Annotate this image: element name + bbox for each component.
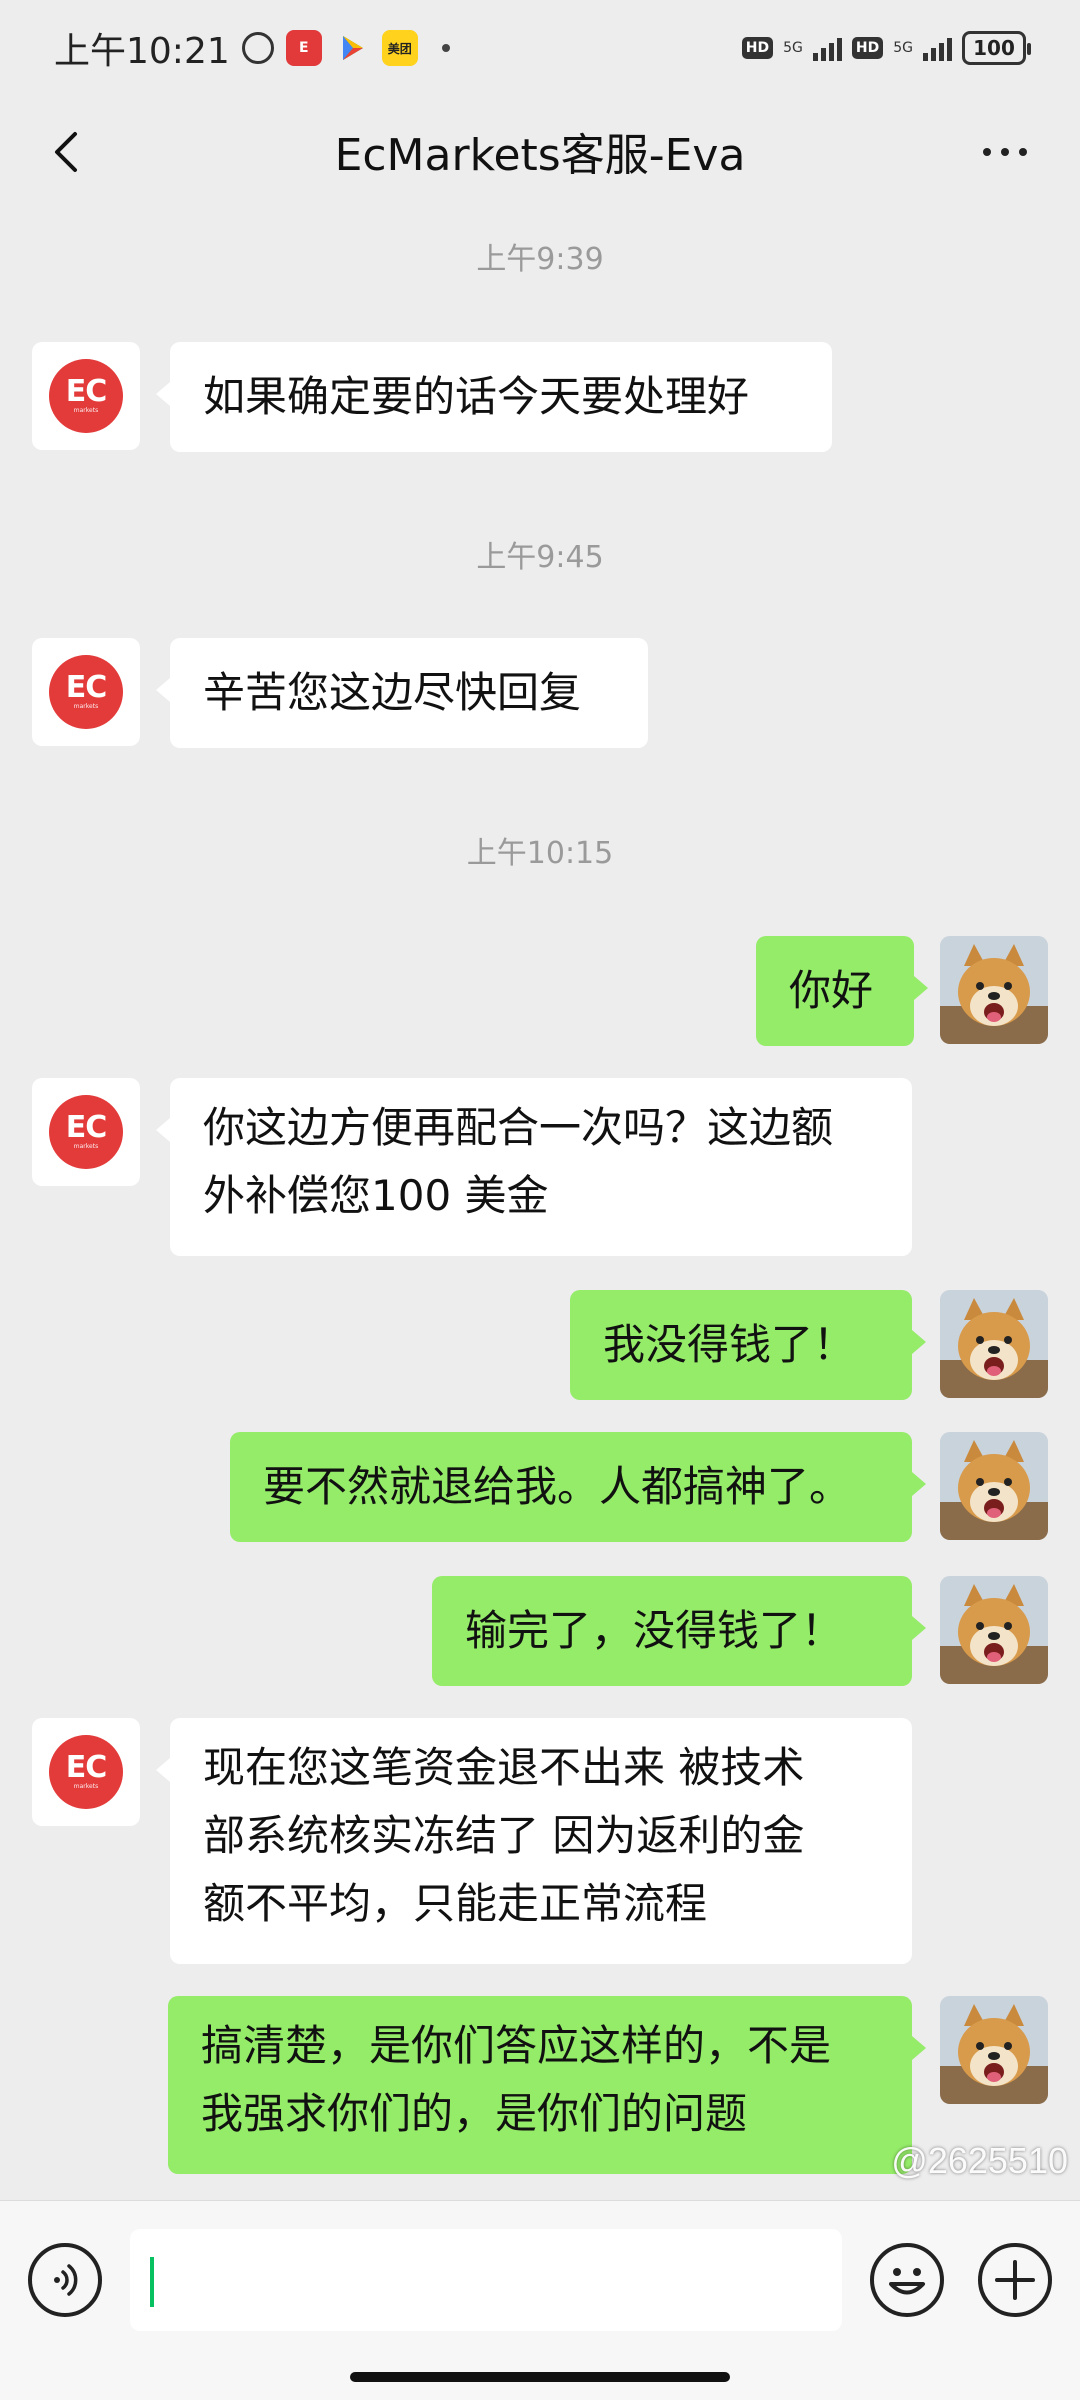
message-incoming[interactable]: 你这边方便再配合一次吗？这边额 外补偿您100 美金	[156, 1078, 912, 1256]
emoji-button[interactable]	[870, 2243, 944, 2317]
shiba-dog-avatar-icon	[940, 1290, 1048, 1398]
voice-input-button[interactable]	[28, 2243, 102, 2317]
chat-header: EcMarkets客服-Eva	[0, 96, 1080, 206]
signal-icon-2	[923, 35, 952, 61]
network-5g-label: 5G	[783, 40, 803, 56]
message-line: 部系统核实冻结了 因为返利的金	[203, 1811, 805, 1860]
user-avatar[interactable]	[940, 1996, 1048, 2104]
message-line: 外补偿您100 美金	[203, 1171, 549, 1220]
battery-icon: 100	[962, 31, 1031, 65]
home-indicator[interactable]	[350, 2372, 730, 2382]
input-bar	[0, 2200, 1080, 2400]
status-bar: 上午10:21 E 美团 HD 5G HD 5G 100	[0, 0, 1080, 96]
signal-icon	[812, 35, 842, 61]
alarm-icon	[241, 32, 274, 64]
agent-avatar[interactable]: EC markets	[32, 1078, 140, 1186]
message-outgoing[interactable]: 我没得钱了！	[570, 1290, 926, 1400]
user-avatar[interactable]	[940, 1432, 1048, 1540]
message-incoming[interactable]: 现在您这笔资金退不出来 被技术 部系统核实冻结了 因为返利的金 额不平均，只能走…	[156, 1718, 912, 1964]
ec-logo-icon: EC markets	[49, 655, 123, 729]
chat-messages[interactable]: 上午9:39 EC markets 如果确定要的话今天要处理好 上午9:45 EC…	[0, 206, 1080, 2200]
message-line: 你这边方便再配合一次吗？这边额	[203, 1103, 834, 1152]
plus-icon	[995, 2260, 1035, 2300]
more-functions-button[interactable]	[978, 2243, 1052, 2317]
more-dot-icon	[983, 148, 991, 156]
shiba-dog-avatar-icon	[940, 1576, 1048, 1684]
more-dot-icon	[1019, 148, 1027, 156]
status-time: 上午10:21	[54, 31, 230, 72]
more-options-button[interactable]	[970, 122, 1040, 182]
shiba-dog-avatar-icon	[940, 936, 1048, 1044]
user-avatar[interactable]	[940, 936, 1048, 1044]
back-button[interactable]	[36, 122, 96, 182]
agent-avatar[interactable]: EC markets	[32, 342, 140, 450]
timestamp: 上午9:45	[476, 540, 604, 575]
app-notification-icon: E	[285, 30, 322, 66]
user-avatar[interactable]	[940, 1576, 1048, 1684]
agent-avatar[interactable]: EC markets	[32, 1718, 140, 1826]
message-outgoing[interactable]: 你好	[756, 936, 928, 1046]
timestamp: 上午9:39	[476, 242, 604, 277]
agent-avatar[interactable]: EC markets	[32, 638, 140, 746]
ec-logo-icon: EC markets	[49, 1095, 123, 1169]
message-outgoing[interactable]: 输完了，没得钱了！	[432, 1576, 926, 1686]
watermark: @2625510	[891, 2140, 1068, 2181]
message-line: 我强求你们的，是你们的问题	[201, 2089, 748, 2138]
timestamp: 上午10:15	[466, 836, 614, 871]
smiley-icon	[889, 2268, 925, 2295]
more-dot-icon	[1001, 148, 1009, 156]
message-outgoing[interactable]: 要不然就退给我。人都搞神了。	[230, 1432, 926, 1542]
chevron-left-icon	[55, 132, 77, 172]
shiba-dog-avatar-icon	[940, 1996, 1048, 2104]
meituan-icon: 美团	[381, 30, 418, 66]
message-outgoing[interactable]: 搞清楚，是你们答应这样的，不是 我强求你们的，是你们的问题	[168, 1996, 926, 2174]
hd-icon-2: HD	[851, 37, 884, 59]
ec-logo-icon: EC markets	[49, 1735, 123, 1809]
message-line: 现在您这笔资金退不出来 被技术	[203, 1743, 805, 1792]
more-notifications-dot	[441, 44, 450, 52]
user-avatar[interactable]	[940, 1290, 1048, 1398]
message-incoming[interactable]: 如果确定要的话今天要处理好	[156, 342, 832, 452]
chat-title: EcMarkets客服-Eva	[334, 130, 746, 181]
hd-icon: HD	[741, 37, 774, 59]
ec-logo-icon: EC markets	[49, 359, 123, 433]
text-cursor	[150, 2257, 154, 2307]
voice-icon	[54, 2264, 78, 2296]
message-input[interactable]	[130, 2229, 842, 2331]
message-incoming[interactable]: 辛苦您这边尽快回复	[156, 638, 648, 748]
shiba-dog-avatar-icon	[940, 1432, 1048, 1540]
network-5g-label-2: 5G	[893, 40, 913, 56]
play-store-icon	[334, 30, 370, 66]
message-line: 额不平均，只能走正常流程	[203, 1879, 708, 1928]
message-line: 搞清楚，是你们答应这样的，不是	[201, 2021, 832, 2070]
